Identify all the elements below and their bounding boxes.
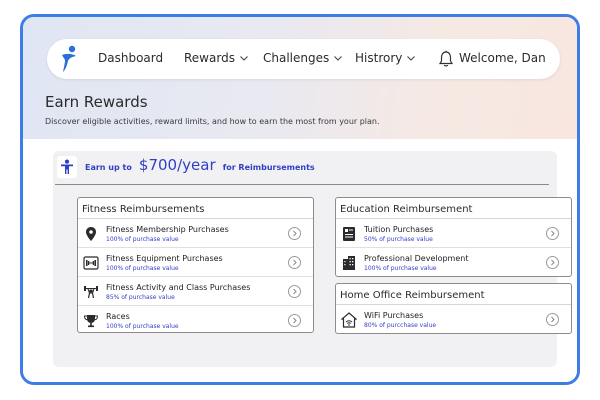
page-subtitle: Discover eligible activities, reward lim… [45, 117, 380, 126]
brand-logo-icon[interactable] [59, 45, 79, 73]
panel-divider [55, 184, 549, 185]
item-value: 100% of purchase value [106, 236, 179, 243]
earn-icon-box [57, 156, 77, 178]
nav-dashboard[interactable]: Dashboard [98, 51, 163, 65]
nav-history-label: Histrory [355, 51, 403, 65]
card-title: Education Reimbursement [340, 204, 473, 215]
item-label: Races [106, 312, 130, 321]
building-icon [343, 256, 355, 270]
welcome-text: Welcome, Dan [459, 51, 546, 65]
item-value: 50% of purchase value [364, 236, 433, 243]
nav-history[interactable]: Histrory [355, 51, 416, 65]
hero-banner: Dashboard Rewards Challenges Histrory We… [23, 17, 577, 139]
nav-rewards[interactable]: Rewards [184, 51, 249, 65]
card-title-divider [336, 218, 571, 219]
row-divider [78, 247, 313, 248]
list-item[interactable]: Races 100% of purchase value [78, 307, 313, 335]
item-value: 100% of purchase value [364, 265, 437, 272]
chevron-down-icon [240, 56, 248, 61]
chevron-down-icon [334, 56, 343, 61]
list-item[interactable]: Fitness Equipment Purchases 100% of purc… [78, 249, 313, 277]
card-title: Fitness Reimbursements [82, 204, 205, 215]
list-item[interactable]: Professional Development 100% of purchas… [336, 249, 571, 277]
card-title-divider [78, 218, 313, 219]
top-navbar: Dashboard Rewards Challenges Histrory We… [47, 39, 560, 79]
notification-bell-icon[interactable] [438, 50, 454, 68]
item-value: 80% of purcchase value [364, 322, 437, 329]
card-title: Home Office Reimbursement [340, 290, 485, 301]
nav-dashboard-label: Dashboard [98, 51, 164, 65]
chevron-right-icon[interactable] [546, 227, 559, 240]
chevron-right-icon[interactable] [288, 285, 301, 298]
item-value: 100% of purchase value [106, 265, 179, 272]
earn-suffix: for Reimbursements [222, 163, 315, 172]
item-label: Fitness Activity and Class Purchases [106, 283, 251, 292]
earn-amount: $700/year [138, 156, 216, 174]
earn-summary: Earn up to $700/year for Reimbursements [85, 155, 315, 174]
chevron-right-icon[interactable] [546, 256, 559, 269]
item-label: WiFi Purchases [364, 311, 424, 320]
item-label: Tuition Purchases [364, 225, 434, 234]
list-item[interactable]: WiFi Purchases 80% of purcchase value [336, 306, 571, 334]
row-divider [336, 247, 571, 248]
nav-challenges-label: Challenges [263, 51, 330, 65]
weightlifter-icon [84, 286, 98, 299]
card-title-divider [336, 304, 571, 305]
nav-rewards-label: Rewards [184, 51, 235, 65]
row-divider [78, 305, 313, 306]
list-item[interactable]: Fitness Activity and Class Purchases 85%… [78, 278, 313, 306]
earn-prefix: Earn up to [85, 163, 132, 172]
chevron-right-icon[interactable] [546, 313, 559, 326]
item-label: Professional Development [364, 254, 469, 263]
home-wifi-icon [341, 312, 357, 328]
tuition-icon [343, 227, 355, 241]
item-label: Fitness Membership Purchases [106, 225, 229, 234]
education-card: Education Reimbursement Tuition Purchase… [335, 197, 572, 277]
list-item[interactable]: Fitness Membership Purchases 100% of pur… [78, 220, 313, 248]
dumbbell-icon [83, 256, 99, 270]
page-title: Earn Rewards [45, 93, 148, 111]
chevron-right-icon[interactable] [288, 227, 301, 240]
fitness-card: Fitness Reimbursements Fitness Membershi… [77, 197, 314, 333]
nav-challenges[interactable]: Challenges [263, 51, 343, 65]
row-divider [78, 276, 313, 277]
chevron-right-icon[interactable] [288, 256, 301, 269]
reimbursements-panel: Earn up to $700/year for Reimbursements … [53, 151, 572, 367]
chevron-right-icon[interactable] [288, 314, 301, 327]
trophy-icon [83, 315, 99, 328]
chevron-down-icon [407, 56, 416, 61]
item-value: 100% of purchase value [106, 323, 179, 330]
home-office-card: Home Office Reimbursement WiFi Purchases… [335, 283, 572, 334]
item-label: Fitness Equipment Purchases [106, 254, 223, 263]
person-icon [61, 159, 73, 174]
location-pin-icon [86, 227, 96, 241]
item-value: 85% of purchase value [106, 294, 175, 301]
app-frame: Dashboard Rewards Challenges Histrory We… [20, 14, 580, 385]
main-content: Earn up to $700/year for Reimbursements … [23, 139, 577, 382]
list-item[interactable]: Tuition Purchases 50% of purchase value [336, 220, 571, 248]
